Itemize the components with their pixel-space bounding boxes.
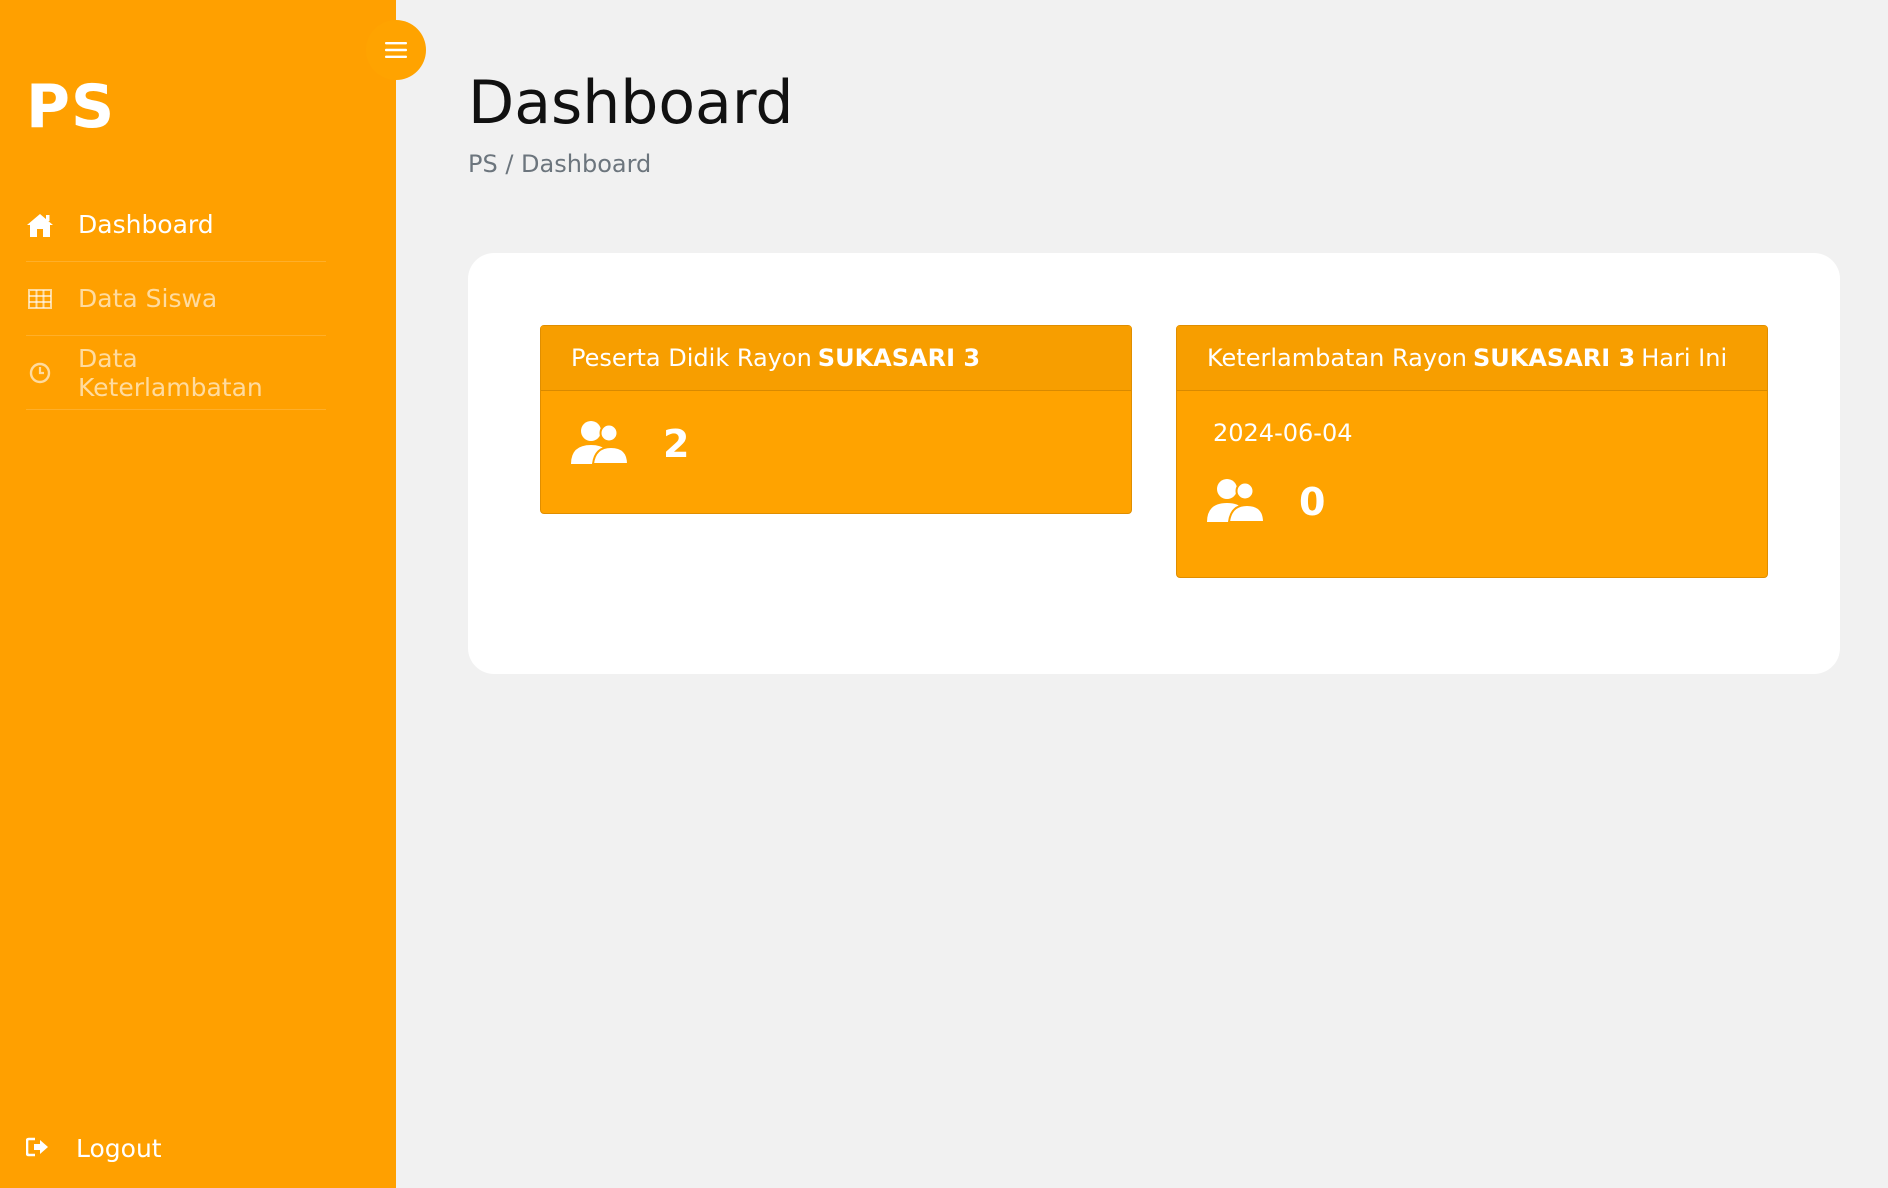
card-body: 2024-06-04 0	[1177, 391, 1767, 555]
page-title: Dashboard	[468, 68, 794, 138]
logout-label: Logout	[76, 1134, 162, 1163]
sidebar-item-label: Dashboard	[78, 210, 214, 239]
sidebar-item-dashboard[interactable]: Dashboard	[26, 188, 326, 262]
card-title-rayon: SUKASARI 3	[1472, 344, 1636, 372]
home-icon	[26, 211, 54, 239]
sidebar-item-label: Data Siswa	[78, 284, 218, 313]
sidebar-item-data-siswa[interactable]: Data Siswa	[26, 262, 326, 336]
card-title-suffix: Hari Ini	[1641, 344, 1728, 372]
users-icon	[571, 419, 630, 469]
students-card: Peserta Didik Rayon SUKASARI 3 2	[540, 325, 1132, 514]
student-count-value: 2	[663, 422, 690, 466]
sign-out-icon	[25, 1137, 50, 1161]
student-count-stat: 2	[571, 419, 1101, 469]
sidebar-item-data-keterlambatan[interactable]: Data Keterlambatan	[26, 336, 326, 410]
users-icon	[1207, 477, 1266, 527]
main-content: Dashboard PS / Dashboard Peserta Didik R…	[396, 0, 1888, 1188]
breadcrumb: PS / Dashboard	[468, 150, 652, 178]
logout-button[interactable]: Logout	[25, 1134, 162, 1163]
lateness-count-stat: 0	[1207, 477, 1737, 527]
sidebar-item-label: Data Keterlambatan	[78, 343, 263, 402]
card-header: Peserta Didik Rayon SUKASARI 3	[541, 326, 1131, 391]
sidebar: PS Dashboard Data Siswa Data Keterlambat…	[0, 0, 426, 1188]
brand-logo[interactable]: PS	[26, 72, 115, 142]
card-title-prefix: Keterlambatan Rayon	[1207, 344, 1467, 372]
sidebar-nav: Dashboard Data Siswa Data Keterlambatan	[26, 188, 326, 410]
clock-icon	[26, 359, 54, 387]
table-icon	[26, 285, 54, 313]
card-header: Keterlambatan Rayon SUKASARI 3 Hari Ini	[1177, 326, 1767, 391]
card-title-rayon: SUKASARI 3	[817, 344, 981, 372]
card-title-prefix: Peserta Didik Rayon	[571, 344, 812, 372]
lateness-count-value: 0	[1299, 480, 1326, 524]
lateness-date: 2024-06-04	[1213, 419, 1353, 447]
lateness-card: Keterlambatan Rayon SUKASARI 3 Hari Ini …	[1176, 325, 1768, 578]
dashboard-panel: Peserta Didik Rayon SUKASARI 3 2 Keterla…	[468, 253, 1840, 674]
card-body: 2	[541, 391, 1131, 497]
